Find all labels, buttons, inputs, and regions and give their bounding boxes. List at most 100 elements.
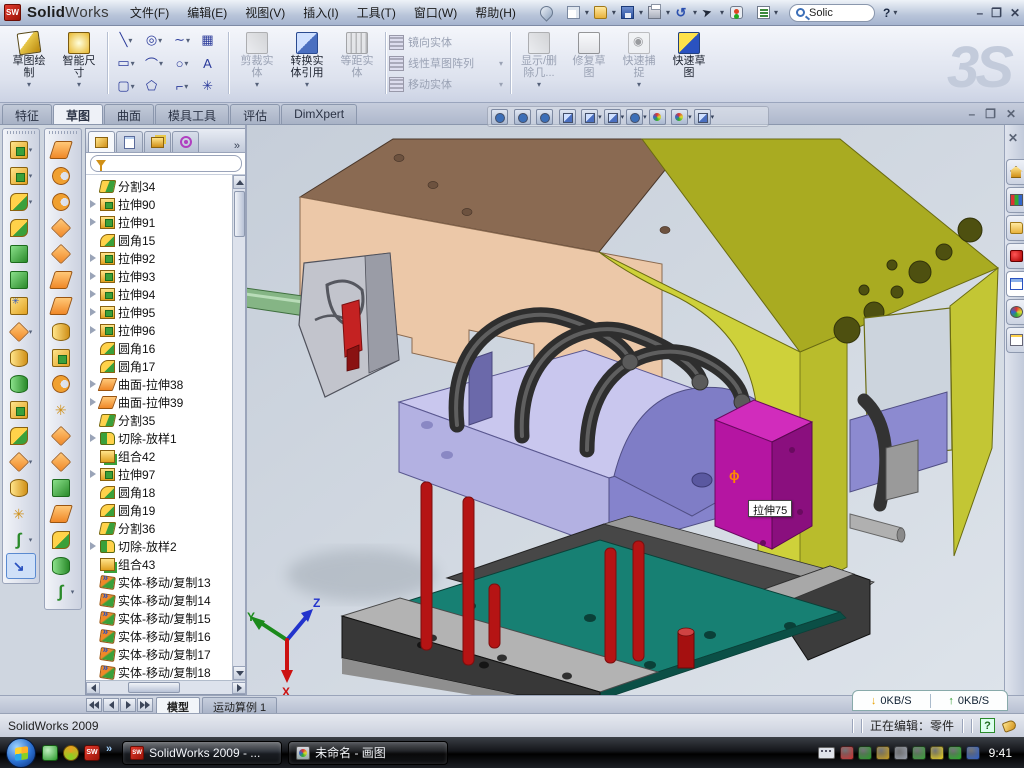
tray-icon[interactable] (858, 746, 872, 760)
tree-filter-input[interactable] (90, 155, 242, 172)
toolbar-button[interactable] (753, 3, 773, 22)
ribbon-tab[interactable]: 特征 (2, 104, 52, 124)
ribbon-tab[interactable]: 评估 (230, 104, 280, 124)
toolbar-button[interactable]: ∫ ▾ (3, 527, 39, 553)
sketch-entity-button[interactable]: ╲▾ (113, 29, 139, 52)
tree-item[interactable]: 切除-放样2 (88, 537, 232, 555)
menu-item[interactable]: 窗口(W) (405, 3, 466, 23)
toolbar-button[interactable]: ▾ (45, 553, 81, 579)
tray-icon[interactable] (912, 746, 926, 760)
toolbar-button[interactable]: ∫ ▾ (45, 579, 81, 605)
prev-tab-button[interactable] (103, 698, 119, 712)
model-magenta-block[interactable]: ϕ (715, 400, 812, 549)
task-pane-tab[interactable] (1006, 215, 1024, 241)
menu-item[interactable]: 帮助(H) (466, 3, 525, 23)
command-button[interactable]: 显示/删 除几... ▾ (514, 28, 564, 98)
task-pane-tab[interactable] (1006, 159, 1024, 185)
command-button[interactable]: 等距实 体 ▾ (332, 28, 382, 98)
tree-item[interactable]: 曲面-拉伸39 (88, 393, 232, 411)
sketch-entity-button[interactable]: ▦▾ (197, 29, 223, 52)
task-pane-tab[interactable] (1006, 243, 1024, 269)
toolbar-button[interactable]: ▾ (45, 137, 81, 163)
tray-icon[interactable] (966, 746, 980, 760)
tree-item[interactable]: 拉伸97 (88, 465, 232, 483)
dropdown-caret-icon[interactable]: ▾ (711, 113, 715, 121)
dropdown-caret-icon[interactable]: ▾ (643, 113, 647, 121)
sketch-entity-button[interactable]: ⌐▾ (169, 75, 195, 98)
quick-launch-icon[interactable] (42, 745, 58, 761)
taskbar-button-paint[interactable]: 未命名 - 画图 (288, 741, 448, 765)
dropdown-caret-icon[interactable]: ▾ (637, 80, 641, 89)
toolbar-button[interactable]: ▾ (45, 423, 81, 449)
command-button[interactable]: 智能尺 寸 ▾ (54, 28, 104, 98)
command-button[interactable]: 移动实体 ▾ (389, 75, 507, 93)
expand-arrow-icon[interactable] (88, 254, 97, 263)
view-tool-icon[interactable] (514, 109, 531, 125)
tree-item[interactable]: 圆角18 (88, 483, 232, 501)
doc-restore-button[interactable]: ❐ (985, 107, 996, 121)
quick-launch-icon[interactable]: SW (84, 745, 100, 761)
view-tool-icon[interactable] (694, 109, 711, 125)
command-button[interactable]: 转换实 体引用 ▾ (282, 28, 332, 98)
sketch-entity-button[interactable]: ◎▾ (141, 29, 167, 52)
expand-arrow-icon[interactable] (88, 380, 97, 389)
scroll-left-arrow[interactable] (86, 682, 100, 694)
toolbar-button[interactable]: ▾ (45, 215, 81, 241)
propertymanager-tab[interactable] (116, 131, 143, 152)
toolbar-button[interactable]: ↘ ▾ (6, 553, 36, 579)
last-tab-button[interactable] (137, 698, 153, 712)
help-caret-icon[interactable]: ▾ (893, 8, 897, 17)
toolbar-button[interactable]: ▾ (45, 163, 81, 189)
tree-item[interactable]: 组合43 (88, 555, 232, 573)
scroll-right-arrow[interactable] (232, 682, 246, 694)
tree-item[interactable]: 拉伸93 (88, 267, 232, 285)
document-tab[interactable]: 模型 (156, 697, 200, 713)
ribbon-tab[interactable]: 草图 (53, 104, 103, 124)
tree-item[interactable]: 实体-移动/复制17 (88, 645, 232, 663)
quick-launch-icon[interactable] (63, 745, 79, 761)
input-method-icon[interactable] (818, 747, 835, 759)
tree-vertical-scrollbar[interactable] (232, 175, 246, 680)
tree-item[interactable]: 切除-放样1 (88, 429, 232, 447)
toolbar-button[interactable]: ▾ (3, 449, 39, 475)
help-button[interactable]: ? (883, 6, 890, 20)
toolbar-button[interactable] (645, 3, 665, 22)
menu-item[interactable]: 插入(I) (294, 3, 347, 23)
dropdown-caret-icon[interactable]: ▾ (499, 59, 503, 68)
tree-item[interactable]: 实体-移动/复制16 (88, 627, 232, 645)
expand-arrow-icon[interactable] (88, 542, 97, 551)
document-tab[interactable]: 运动算例 1 (202, 697, 277, 713)
close-button[interactable]: ✕ (1010, 6, 1020, 20)
toolbar-button[interactable]: ▾ (3, 189, 39, 215)
tree-item[interactable]: 圆角15 (88, 231, 232, 249)
next-tab-button[interactable] (120, 698, 136, 712)
tree-item[interactable]: 拉伸90 (88, 195, 232, 213)
doc-close-button[interactable]: ✕ (1006, 107, 1016, 121)
tree-item[interactable]: 圆角17 (88, 357, 232, 375)
expand-arrow-icon[interactable] (88, 200, 97, 209)
dropdown-caret-icon[interactable]: ▾ (688, 113, 692, 121)
sketch-entity-button[interactable]: ▭▾ (113, 52, 139, 75)
command-button[interactable]: 修复草 图 ▾ (564, 28, 614, 98)
toolbar-button[interactable]: ▾ (3, 163, 39, 189)
toolbar-button[interactable]: ▾ (3, 215, 39, 241)
toolbar-button[interactable]: ▾ (3, 137, 39, 163)
graphics-area[interactable]: ϕ (247, 125, 1004, 695)
more-tabs-chevron[interactable]: » (230, 140, 244, 152)
sketch-entity-button[interactable]: A▾ (197, 52, 223, 75)
toolbar-button[interactable]: ▾ (45, 527, 81, 553)
dropdown-caret-icon[interactable]: ▾ (720, 8, 724, 17)
toolbar-button[interactable]: ▾ (3, 371, 39, 397)
toolbar-button[interactable]: ▾ (3, 319, 39, 345)
toolbar-button[interactable]: ▾ (3, 423, 39, 449)
view-tool-icon[interactable] (559, 109, 576, 125)
view-tool-icon[interactable] (649, 109, 666, 125)
view-tool-icon[interactable] (491, 109, 508, 125)
menu-item[interactable]: 工具(T) (348, 3, 405, 23)
sketch-entity-button[interactable]: ▢▾ (113, 75, 139, 98)
expand-arrow-icon[interactable] (88, 218, 97, 227)
toolbar-button[interactable] (726, 3, 746, 22)
toolbar-button[interactable]: ▾ (3, 241, 39, 267)
dropdown-caret-icon[interactable]: ▾ (255, 80, 259, 89)
view-tool-icon[interactable] (536, 109, 553, 125)
